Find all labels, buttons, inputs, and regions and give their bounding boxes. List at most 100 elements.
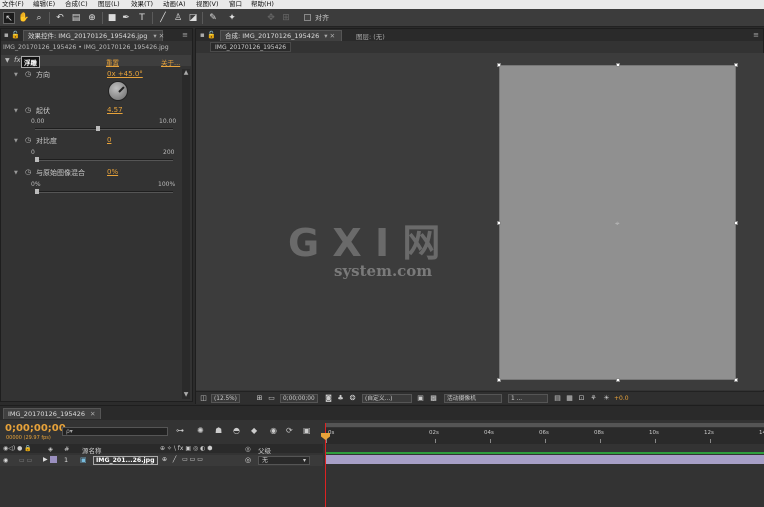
reset-link[interactable]: 重置 (106, 57, 119, 67)
relief-slider[interactable] (35, 126, 173, 131)
stopwatch-icon[interactable]: ◷ (25, 106, 31, 114)
toggle-pixel-aspect-icon[interactable]: ▤ (553, 394, 562, 403)
about-link[interactable]: 关于... (161, 57, 180, 67)
draft-3d-icon[interactable]: ✺ (197, 426, 204, 435)
panel-lock-icon[interactable]: ▪ 🔓 (200, 31, 216, 39)
camera-tool-icon[interactable]: ▤ (70, 12, 82, 24)
relief-value[interactable]: 4.57 (107, 106, 123, 114)
exposure-value[interactable]: +0.0 (614, 395, 629, 402)
timeline-search-input[interactable]: ρ▾ (62, 427, 168, 436)
fast-previews-icon[interactable]: ▦ (565, 394, 574, 403)
transform-handle[interactable] (497, 221, 501, 225)
column-source-name[interactable]: 源名称 (82, 445, 102, 455)
twirl-contrast-icon[interactable]: ▼ (14, 138, 18, 144)
shy-layers-icon[interactable]: ☗ (215, 426, 222, 435)
blend-value[interactable]: 0% (107, 168, 118, 176)
frame-blending-icon[interactable]: ◓ (233, 426, 240, 435)
channel-icon[interactable]: ❂ (348, 394, 357, 403)
solo-box[interactable]: ▭ ▭ (19, 457, 32, 464)
world-axis-icon[interactable]: ⊞ (280, 12, 292, 24)
snap-checkbox[interactable] (304, 14, 311, 21)
always-preview-icon[interactable]: ◫ (199, 394, 208, 403)
tab-composition[interactable]: 合成: IMG_20170126_195426 ▾ ✕ (220, 30, 342, 41)
brush-tool-icon[interactable]: ╱ (157, 12, 169, 24)
comp-navigator-tab[interactable]: IMG_20170126_195426 (210, 42, 292, 52)
expand-layer-icon[interactable]: ▶ (43, 456, 48, 463)
layer-switches[interactable]: ⊕ ╱ ▭ ▭ ▭ (162, 456, 203, 463)
direction-value[interactable]: 0x +45.0° (107, 70, 143, 78)
menu-edit[interactable]: 编辑(E) (33, 0, 55, 9)
transparency-grid-icon[interactable]: ▩ (429, 394, 438, 403)
direction-dial[interactable] (108, 81, 128, 101)
tab-effect-controls[interactable]: 效果控件: IMG_20170126_195426.jpg ▾ ✕ (23, 30, 164, 41)
tab-menu-chevron-icon[interactable]: ▾ ✕ (324, 32, 335, 40)
layer-duration-bar[interactable] (326, 455, 764, 464)
resolution-select[interactable]: (自定义...) (362, 394, 412, 403)
blend-slider[interactable] (35, 189, 173, 194)
menu-animation[interactable]: 动画(A) (163, 0, 186, 9)
stopwatch-icon[interactable]: ◷ (25, 168, 31, 176)
eraser-tool-icon[interactable]: ◪ (187, 12, 199, 24)
clone-stamp-tool-icon[interactable]: ♙ (172, 12, 184, 24)
twirl-blend-icon[interactable]: ▼ (14, 170, 18, 176)
region-of-interest-icon[interactable]: ▣ (416, 394, 425, 403)
show-snapshot-icon[interactable]: ♣ (336, 394, 345, 403)
graph-editor-icon[interactable]: ◉ (270, 426, 277, 435)
menu-file[interactable]: 文件(F) (2, 0, 24, 9)
anchor-point-icon[interactable]: ⌖ (615, 219, 620, 229)
effects-scrollbar[interactable]: ▲ ▼ (182, 69, 190, 399)
pan-behind-tool-icon[interactable]: ⊕ (86, 12, 98, 24)
scroll-down-icon[interactable]: ▼ (182, 391, 190, 399)
timeline-icon[interactable]: ⊡ (577, 394, 586, 403)
flowchart-icon[interactable]: ⚘ (589, 394, 598, 403)
mask-visibility-icon[interactable]: ▭ (267, 394, 276, 403)
axis-mode-icon[interactable]: ✥ (265, 12, 277, 24)
label-color-swatch[interactable] (50, 456, 57, 463)
disclosure-triangle-icon[interactable]: ▼ (5, 57, 10, 64)
contrast-slider-knob[interactable] (35, 157, 39, 162)
parent-select[interactable]: 无 ▾ (258, 456, 310, 465)
twirl-relief-icon[interactable]: ▼ (14, 108, 18, 114)
menu-composition[interactable]: 合成(C) (65, 0, 88, 9)
timeline-timecode[interactable]: 0;00;00;00 (5, 423, 66, 434)
safe-zones-icon[interactable]: ⊞ (255, 394, 264, 403)
stopwatch-icon[interactable]: ◷ (25, 70, 31, 78)
menu-window[interactable]: 窗口 (229, 0, 242, 9)
views-select[interactable]: 1 ... (508, 394, 548, 403)
fx-toggle-icon[interactable]: fx (14, 56, 21, 64)
menu-help[interactable]: 帮助(H) (251, 0, 274, 9)
menu-view[interactable]: 视图(V) (196, 0, 219, 9)
stopwatch-icon[interactable]: ◷ (25, 136, 31, 144)
transform-handle[interactable] (734, 63, 738, 67)
fast-preview-icon[interactable]: ▣ (303, 426, 311, 435)
rectangle-tool-icon[interactable]: ■ (106, 12, 118, 24)
hand-tool-icon[interactable]: ✋ (18, 12, 30, 24)
table-row[interactable]: ◉ ▭ ▭ ▶ 1 ▣ IMG_201...26.jpg ⊕ ╱ ▭ ▭ ▭ ◎… (0, 455, 323, 466)
composition-viewer[interactable]: ⌖ (196, 53, 764, 390)
scroll-up-icon[interactable]: ▲ (182, 69, 190, 77)
layer-name[interactable]: IMG_201...26.jpg (93, 456, 158, 465)
transform-handle[interactable] (497, 378, 501, 382)
composition-frame[interactable]: ⌖ (497, 63, 738, 382)
transform-handle[interactable] (734, 378, 738, 382)
motion-blur-icon[interactable]: ◆ (251, 426, 257, 435)
tab-menu-chevron-icon[interactable]: ▾ ✕ (153, 32, 164, 40)
twirl-direction-icon[interactable]: ▼ (14, 72, 18, 78)
menu-layer[interactable]: 图层(L) (98, 0, 120, 9)
effect-name[interactable]: 浮雕 (21, 56, 40, 68)
menu-effect[interactable]: 效果(T) (131, 0, 153, 9)
camera-select[interactable]: 活动摄像机 (444, 394, 502, 403)
work-area-bar[interactable] (326, 423, 764, 427)
zoom-select[interactable]: (12.5%) (211, 394, 240, 403)
time-ruler[interactable]: 0s02s04s06s08s10s12s14s (326, 428, 764, 444)
panel-menu-icon[interactable]: ≡ (753, 31, 759, 39)
pickwhip-icon[interactable]: ◎ (245, 456, 251, 464)
zoom-tool-icon[interactable]: ⌕ (33, 12, 45, 24)
eye-icon[interactable]: ◉ (3, 457, 8, 464)
relief-slider-knob[interactable] (96, 126, 101, 131)
transform-handle[interactable] (616, 378, 620, 382)
brainstorm-icon[interactable]: ⟳ (286, 426, 293, 435)
puppet-pin-tool-icon[interactable]: ✦ (226, 12, 238, 24)
panel-lock-icon[interactable]: ▪ 🔓 (4, 31, 20, 39)
transform-handle[interactable] (734, 221, 738, 225)
